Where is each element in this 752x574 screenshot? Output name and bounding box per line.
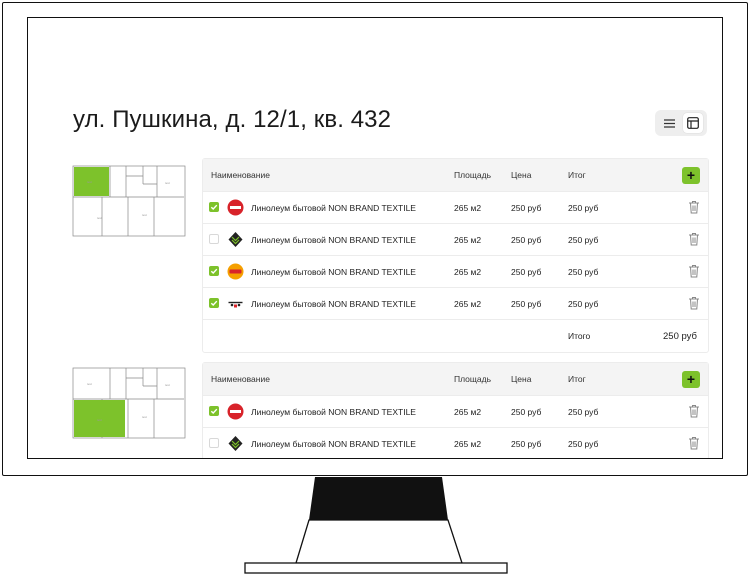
monitor-stand (244, 477, 508, 574)
